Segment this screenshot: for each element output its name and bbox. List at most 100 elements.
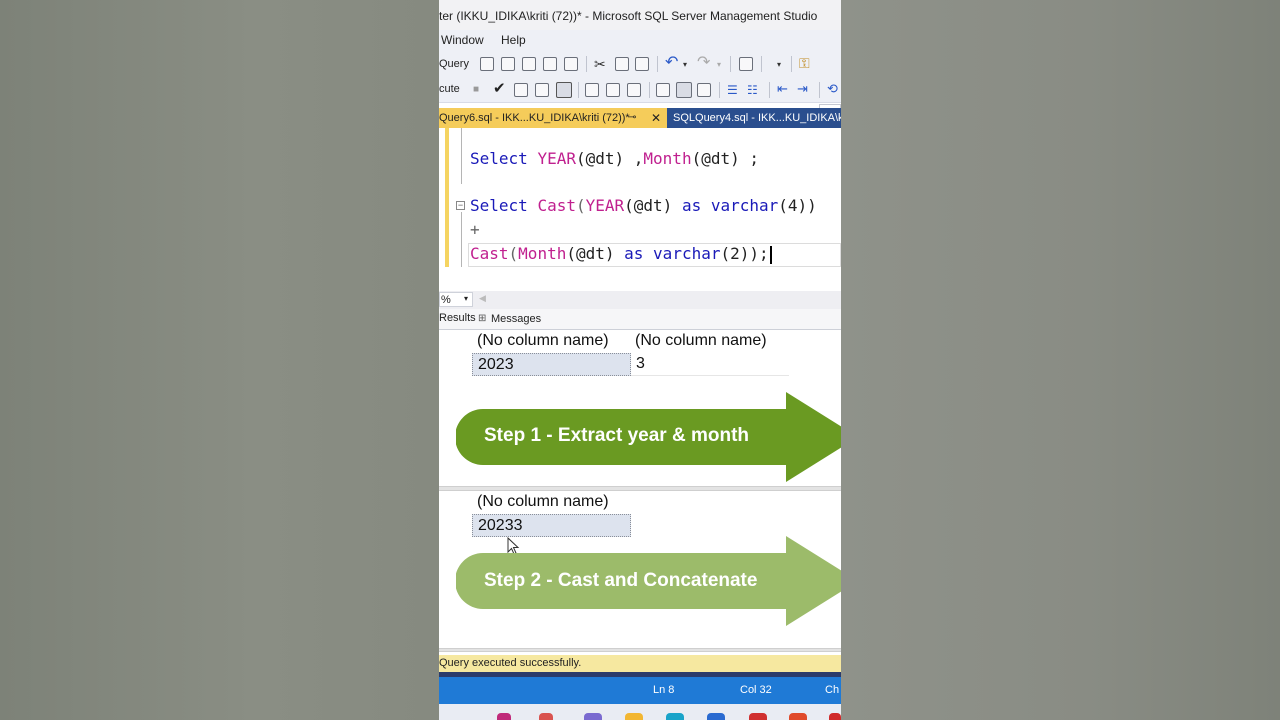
window-title: ter (IKKU_IDIKA\kriti (72))* - Microsoft… <box>439 9 818 23</box>
column-header[interactable]: (No column name) <box>477 493 609 511</box>
execute-button-label[interactable]: cute <box>439 83 460 95</box>
step-2-banner: Step 2 - Cast and Concatenate <box>456 536 841 626</box>
cut-icon[interactable]: ✂ <box>594 57 606 71</box>
code-token: Month <box>643 149 692 168</box>
taskbar-app-icon[interactable] <box>707 713 725 720</box>
folder-icon[interactable] <box>625 713 643 720</box>
column-header[interactable]: (No column name) <box>477 332 609 350</box>
parse-icon[interactable]: ✔ <box>493 81 506 96</box>
grid-cell[interactable]: 3 <box>631 353 789 376</box>
sql-editor[interactable]: − Select YEAR(@dt) ,Month(@dt) ; Select … <box>439 128 841 291</box>
tab-query6-label: Query6.sql - IKK...KU_IDIKA\kriti (72))* <box>439 112 630 124</box>
edge-icon[interactable] <box>666 713 684 720</box>
intellisense-icon[interactable] <box>556 82 572 98</box>
tab-sqlquery4[interactable]: SQLQuery4.sql - IKK...KU_IDIKA\kriti <box>667 108 841 128</box>
redo-dropdown-icon[interactable]: ▾ <box>717 58 721 72</box>
code-token: (@dt) ; <box>691 149 760 168</box>
mdx-query-icon[interactable] <box>522 57 536 71</box>
collapse-icon[interactable]: − <box>456 201 465 210</box>
undo-icon[interactable]: ↶ <box>665 55 678 71</box>
zoom-select[interactable]: % ▾ <box>439 292 473 307</box>
zoom-bar: % ▾ ◀ <box>439 291 841 309</box>
paste-icon[interactable] <box>635 57 649 71</box>
include-plan-icon[interactable] <box>585 83 599 97</box>
column-header[interactable]: (No column name) <box>635 332 767 350</box>
code-token: (@dt) <box>566 244 625 263</box>
outdent-icon[interactable]: ⇤ <box>777 82 788 96</box>
comment-icon[interactable]: ☰ <box>727 83 738 97</box>
step-1-banner: Step 1 - Extract year & month <box>456 392 841 482</box>
editor-status-bar: Ln 8 Col 32 Ch <box>439 677 841 704</box>
code-token: as <box>624 244 644 263</box>
menu-bar: Window Help <box>439 30 841 50</box>
close-icon[interactable]: ✕ <box>651 108 661 128</box>
uncomment-icon[interactable]: ☷ <box>747 83 758 97</box>
toolbar-separator <box>761 56 762 72</box>
document-tab-strip: Query6.sql - IKK...KU_IDIKA\kriti (72))*… <box>439 108 841 128</box>
code-token: + <box>470 220 480 239</box>
standard-toolbar: Query ✂ ↶ ▾ ↷ ▾ ▾ ⚿ <box>439 50 841 124</box>
grid-cell[interactable]: 20233 <box>472 514 631 537</box>
db-engine-query-icon[interactable] <box>501 57 515 71</box>
taskbar-app-icon[interactable] <box>829 713 841 720</box>
query-status-bar: Query executed successfully. <box>439 655 841 672</box>
code-token: Month <box>518 244 567 263</box>
code-token: as <box>681 196 702 215</box>
results-bottom-divider <box>439 648 841 652</box>
menu-help[interactable]: Help <box>501 33 526 47</box>
redo-icon[interactable]: ↷ <box>697 55 710 71</box>
results-to-text-icon[interactable] <box>656 83 670 97</box>
taskbar-app-icon[interactable] <box>497 713 511 720</box>
tab-results[interactable]: Results <box>439 312 476 324</box>
query-options-icon[interactable] <box>535 83 549 97</box>
code-token: (2)); <box>720 244 769 263</box>
grid-cell[interactable]: 2023 <box>472 353 631 376</box>
scroll-left-icon[interactable]: ◀ <box>479 293 486 304</box>
new-query-button-label[interactable]: Query <box>439 58 469 70</box>
tab-query6[interactable]: Query6.sql - IKK...KU_IDIKA\kriti (72))*… <box>439 108 667 128</box>
chrome-icon[interactable] <box>789 713 807 720</box>
dmx-query-icon[interactable] <box>543 57 557 71</box>
code-token: (@dt) , <box>575 149 644 168</box>
results-to-file-icon[interactable] <box>697 83 711 97</box>
title-bar: ter (IKKU_IDIKA\kriti (72))* - Microsoft… <box>439 0 841 30</box>
tab-sqlquery4-label: SQLQuery4.sql - IKK...KU_IDIKA\kriti <box>673 112 841 124</box>
indent-icon[interactable]: ⇥ <box>797 82 808 96</box>
code-token: (@dt) <box>624 196 682 215</box>
taskbar-app-icon[interactable] <box>584 713 602 720</box>
menu-window[interactable]: Window <box>441 33 484 47</box>
pin-icon[interactable]: ⊸ <box>628 108 636 128</box>
code-token: ( <box>508 244 519 263</box>
status-message: Query executed successfully. <box>439 657 582 669</box>
stop-icon[interactable]: ■ <box>473 83 479 97</box>
toolbar-separator <box>769 82 770 98</box>
display-plan-icon[interactable] <box>514 83 528 97</box>
code-token: ( <box>575 196 586 215</box>
client-stats-icon[interactable] <box>627 83 641 97</box>
xmla-query-icon[interactable] <box>564 57 578 71</box>
activity-monitor-icon[interactable] <box>739 57 753 71</box>
code-line-4: Cast(Month(@dt) as varchar(2)); <box>470 244 772 264</box>
new-query-icon[interactable] <box>480 57 494 71</box>
results-divider[interactable] <box>439 486 841 491</box>
sql-editor-toolbar: cute ■ ✔ ☰ ☷ ⇤ ⇥ ⟲ <box>439 78 841 103</box>
toolbar-separator <box>649 82 650 98</box>
text-caret <box>769 245 772 264</box>
line-number: Ln 8 <box>653 684 675 696</box>
undo-dropdown-icon[interactable]: ▾ <box>683 58 687 72</box>
taskbar-app-icon[interactable] <box>749 713 767 720</box>
copy-icon[interactable] <box>615 57 629 71</box>
results-to-grid-icon[interactable] <box>676 82 692 98</box>
specify-values-icon[interactable]: ⟲ <box>827 82 838 96</box>
tab-messages[interactable]: Messages <box>491 313 541 325</box>
solution-explorer-icon[interactable]: ⚿ <box>799 56 810 70</box>
outline-guide <box>461 128 462 184</box>
config-dropdown-icon[interactable]: ▾ <box>777 58 781 72</box>
toolbar-separator <box>719 82 720 98</box>
toolbar-separator <box>819 82 820 98</box>
live-stats-icon[interactable] <box>606 83 620 97</box>
ssms-window: ter (IKKU_IDIKA\kriti (72))* - Microsoft… <box>439 0 841 720</box>
code-token: Cast <box>537 196 576 215</box>
chevron-down-icon: ▾ <box>464 294 469 303</box>
taskbar-app-icon[interactable] <box>539 713 553 720</box>
